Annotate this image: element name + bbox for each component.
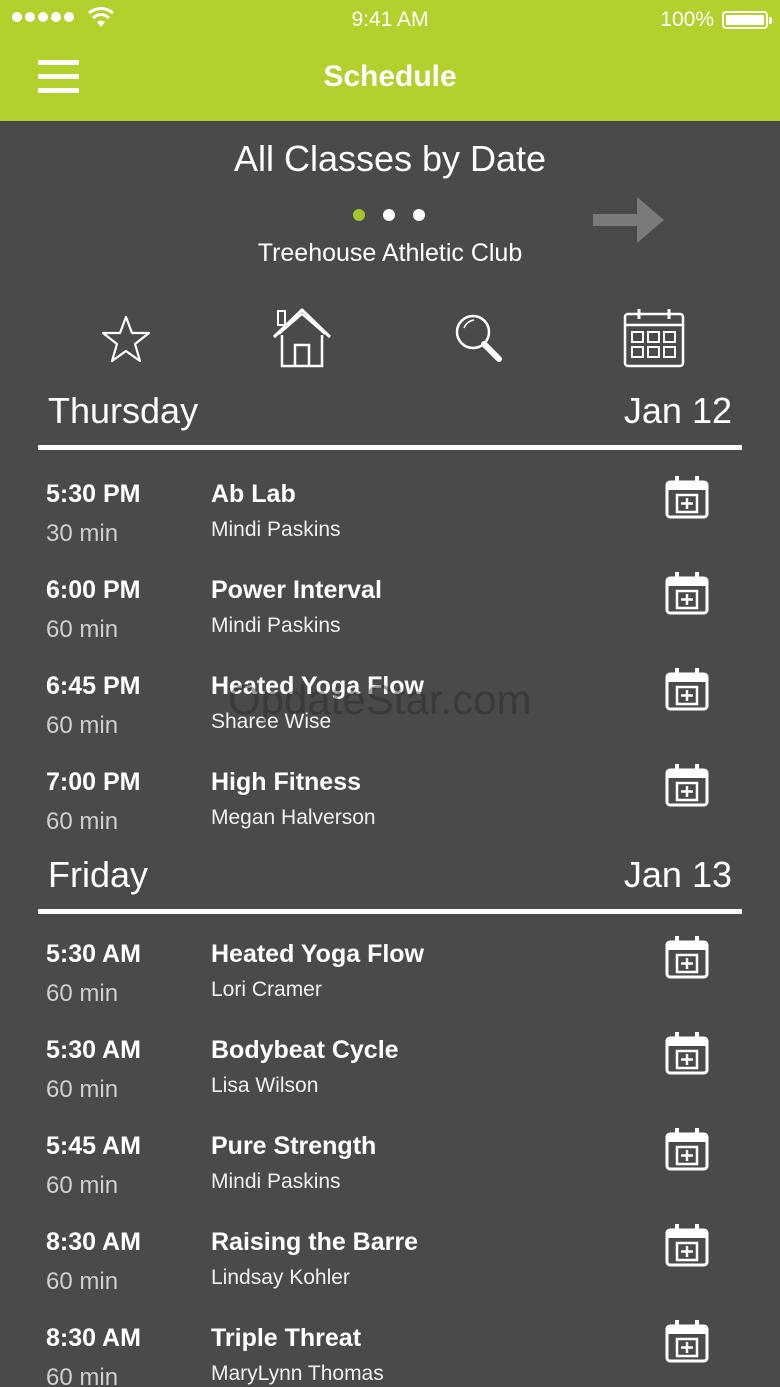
class-name: Heated Yoga Flow bbox=[211, 672, 425, 700]
day-date: Jan 12 bbox=[623, 390, 732, 431]
calendar-add-icon[interactable] bbox=[664, 934, 710, 980]
class-name: Heated Yoga Flow bbox=[211, 940, 425, 968]
page-dot bbox=[353, 209, 365, 221]
class-duration: 60 min bbox=[46, 1364, 119, 1387]
class-row[interactable]: 7:00 PM 60 min High Fitness Megan Halver… bbox=[0, 764, 780, 864]
class-duration: 60 min bbox=[46, 808, 119, 835]
class-instructor: Mindi Paskins bbox=[211, 518, 341, 541]
class-time: 5:30 AM bbox=[46, 1036, 141, 1064]
class-row[interactable]: 6:45 PM 60 min Heated Yoga Flow Sharee W… bbox=[0, 668, 780, 768]
class-time: 5:45 AM bbox=[46, 1132, 141, 1160]
nav-bar: 9:41 AM 100% Schedule bbox=[0, 0, 780, 121]
class-time: 6:45 PM bbox=[46, 672, 141, 700]
page-dot bbox=[383, 209, 395, 221]
club-name: Treehouse Athletic Club bbox=[257, 239, 523, 267]
class-instructor: Mindi Paskins bbox=[211, 614, 341, 637]
day-name: Thursday bbox=[48, 390, 199, 431]
class-duration: 60 min bbox=[46, 1172, 119, 1199]
page-indicator bbox=[353, 209, 425, 221]
class-time: 5:30 AM bbox=[46, 940, 141, 968]
calendar-add-icon[interactable] bbox=[664, 1126, 710, 1172]
class-row[interactable]: 8:30 AM 60 min Raising the Barre Lindsay… bbox=[0, 1224, 780, 1324]
calendar-add-icon[interactable] bbox=[664, 1318, 710, 1364]
class-duration: 30 min bbox=[46, 520, 119, 547]
class-row[interactable]: 6:00 PM 60 min Power Interval Mindi Pask… bbox=[0, 572, 780, 672]
class-name: Raising the Barre bbox=[211, 1228, 419, 1256]
class-row[interactable]: 5:30 AM 60 min Heated Yoga Flow Lori Cra… bbox=[0, 936, 780, 1036]
search-icon[interactable] bbox=[452, 312, 504, 364]
calendar-icon[interactable] bbox=[623, 308, 685, 368]
class-name: Pure Strength bbox=[211, 1132, 377, 1160]
class-duration: 60 min bbox=[46, 980, 119, 1007]
class-name: Power Interval bbox=[211, 576, 382, 604]
class-instructor: Sharee Wise bbox=[211, 710, 332, 733]
class-row[interactable]: 5:30 PM 30 min Ab Lab Mindi Paskins bbox=[0, 476, 780, 576]
class-instructor: Megan Halverson bbox=[211, 806, 376, 829]
class-instructor: Lisa Wilson bbox=[211, 1074, 319, 1097]
class-row[interactable]: 5:45 AM 60 min Pure Strength Mindi Paski… bbox=[0, 1128, 780, 1228]
class-instructor: Lori Cramer bbox=[211, 978, 322, 1001]
class-duration: 60 min bbox=[46, 1268, 119, 1295]
class-instructor: Mindi Paskins bbox=[211, 1170, 341, 1193]
class-duration: 60 min bbox=[46, 1076, 119, 1103]
calendar-add-icon[interactable] bbox=[664, 1222, 710, 1268]
day-name: Friday bbox=[48, 854, 149, 895]
class-time: 8:30 AM bbox=[46, 1228, 141, 1256]
class-row[interactable]: 8:30 AM 60 min Triple Threat MaryLynn Th… bbox=[0, 1320, 780, 1387]
class-name: Triple Threat bbox=[211, 1324, 362, 1352]
battery-percent: 100% bbox=[660, 8, 714, 31]
class-instructor: Lindsay Kohler bbox=[211, 1266, 350, 1289]
star-icon[interactable] bbox=[100, 314, 152, 364]
day-header-friday: Friday Jan 13 bbox=[38, 854, 742, 914]
page-dot bbox=[413, 209, 425, 221]
class-name: Bodybeat Cycle bbox=[211, 1036, 399, 1064]
battery-icon bbox=[722, 11, 772, 29]
class-time: 8:30 AM bbox=[46, 1324, 141, 1352]
day-date: Jan 13 bbox=[623, 854, 732, 895]
class-name: High Fitness bbox=[211, 768, 362, 796]
class-time: 5:30 PM bbox=[46, 480, 141, 508]
class-instructor: MaryLynn Thomas bbox=[211, 1362, 384, 1385]
arrow-right-icon[interactable] bbox=[593, 195, 665, 245]
class-time: 6:00 PM bbox=[46, 576, 141, 604]
class-time: 7:00 PM bbox=[46, 768, 141, 796]
calendar-add-icon[interactable] bbox=[664, 474, 710, 520]
calendar-add-icon[interactable] bbox=[664, 666, 710, 712]
class-name: Ab Lab bbox=[211, 480, 296, 508]
schedule-heading: All Classes by Date bbox=[233, 138, 547, 179]
status-bar: 9:41 AM 100% bbox=[0, 0, 780, 40]
page-title: Schedule bbox=[323, 60, 457, 93]
calendar-add-icon[interactable] bbox=[664, 570, 710, 616]
class-row[interactable]: 5:30 AM 60 min Bodybeat Cycle Lisa Wilso… bbox=[0, 1032, 780, 1132]
day-header-thursday: Thursday Jan 12 bbox=[38, 390, 742, 450]
calendar-add-icon[interactable] bbox=[664, 762, 710, 808]
calendar-add-icon[interactable] bbox=[664, 1030, 710, 1076]
class-duration: 60 min bbox=[46, 712, 119, 739]
home-icon[interactable] bbox=[270, 305, 334, 369]
class-duration: 60 min bbox=[46, 616, 119, 643]
